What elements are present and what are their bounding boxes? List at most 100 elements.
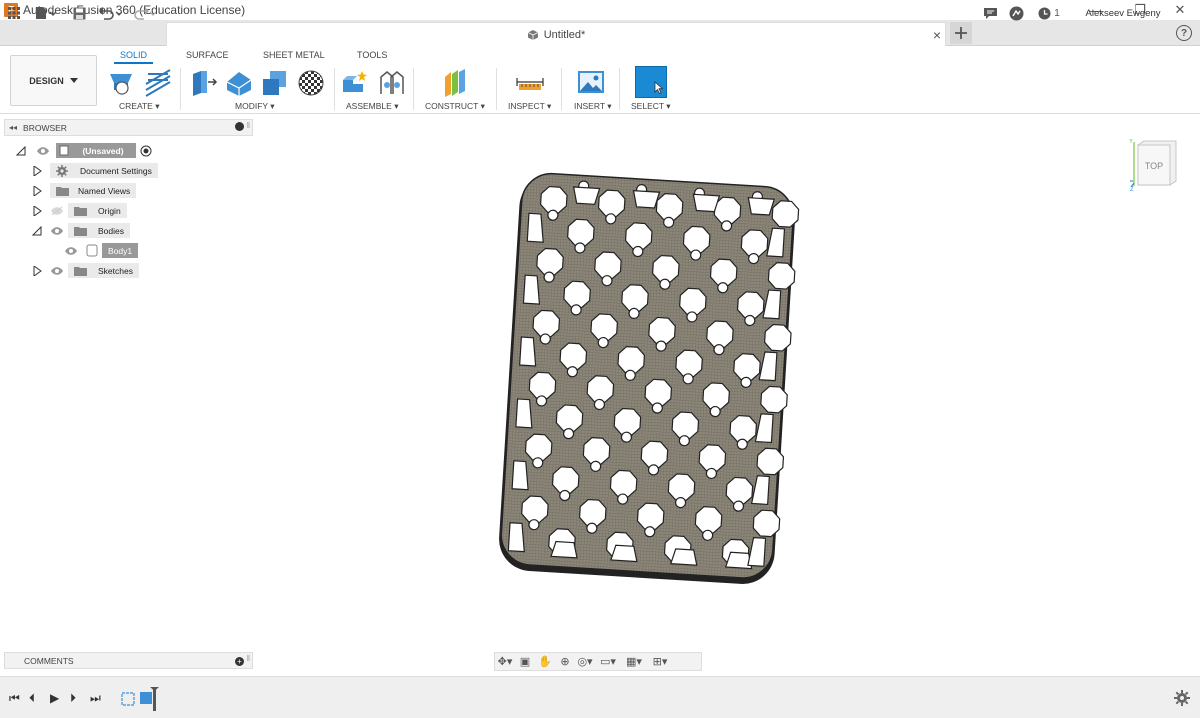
joint-icon[interactable]: [377, 68, 407, 98]
browser-panel-header[interactable]: ◂◂ BROWSER ‖: [4, 119, 253, 136]
group-insert[interactable]: INSERT ▾: [574, 101, 612, 112]
fit-zoom-icon[interactable]: ◎▾: [575, 655, 595, 668]
data-panel-grid-icon[interactable]: [6, 3, 22, 23]
help-icon[interactable]: ?: [1176, 25, 1192, 41]
octagon-hole: [652, 254, 680, 283]
new-component-icon[interactable]: [340, 68, 370, 98]
close-tab-button[interactable]: ×: [933, 27, 941, 43]
document-tab[interactable]: Untitled* ×: [166, 22, 946, 46]
combine-icon[interactable]: [260, 68, 290, 98]
tab-surface[interactable]: SURFACE: [186, 50, 229, 60]
collapsed-triangle-icon[interactable]: [32, 205, 42, 216]
comments-panel-header[interactable]: COMMENTS + ‖: [4, 652, 253, 669]
round-hole: [628, 307, 640, 320]
look-at-icon[interactable]: ▣: [515, 655, 535, 668]
root-component-label[interactable]: (Unsaved): [56, 143, 136, 158]
notifications-chat-icon[interactable]: [980, 3, 1000, 23]
collapse-panel-icon[interactable]: ◂◂: [9, 123, 17, 132]
view-cube-face-label: TOP: [1145, 161, 1163, 171]
step-forward-icon[interactable]: ⏵: [70, 691, 76, 706]
group-assemble[interactable]: ASSEMBLE ▾: [346, 101, 398, 112]
named-views-chip[interactable]: Named Views: [50, 183, 137, 198]
select-arrow-icon[interactable]: [635, 66, 667, 98]
visibility-eye-icon[interactable]: [64, 246, 78, 256]
expanded-triangle-icon[interactable]: [32, 225, 42, 236]
measure-ruler-icon[interactable]: [515, 68, 545, 98]
step-back-icon[interactable]: ⏴: [29, 691, 35, 706]
panel-grip-icon[interactable]: ‖: [247, 654, 250, 663]
panel-grip-icon[interactable]: ‖: [247, 121, 250, 130]
octagon-hole: [597, 189, 626, 218]
tree-item-body1[interactable]: Body1: [64, 243, 139, 258]
expanded-triangle-icon[interactable]: [16, 145, 26, 156]
zoom-icon[interactable]: ⊕: [555, 655, 575, 668]
tree-root[interactable]: (Unsaved): [16, 143, 152, 158]
browser-pin-icon[interactable]: [235, 122, 244, 131]
visibility-eye-icon[interactable]: [36, 146, 50, 156]
orbit-icon[interactable]: ✥▾: [495, 655, 515, 668]
new-component-extrude-icon[interactable]: [107, 68, 137, 98]
hidden-eye-icon[interactable]: [50, 206, 64, 216]
sketches-chip[interactable]: Sketches: [68, 263, 139, 278]
timeline-settings-gear-icon[interactable]: [1174, 690, 1190, 706]
group-create[interactable]: CREATE ▾: [119, 101, 160, 112]
tab-tools[interactable]: TOOLS: [357, 50, 387, 60]
origin-chip[interactable]: Origin: [68, 203, 127, 218]
appearance-checker-icon[interactable]: [296, 68, 326, 98]
collapsed-triangle-icon[interactable]: [32, 165, 42, 176]
tree-item-document-settings[interactable]: Document Settings: [32, 163, 158, 178]
octagon-hole: [729, 414, 758, 443]
collapsed-triangle-icon[interactable]: [32, 265, 42, 276]
undo-icon[interactable]: [96, 3, 124, 23]
sketch-lines-icon[interactable]: [143, 68, 173, 98]
edge-trapezoid-hole: [747, 197, 776, 216]
view-cube[interactable]: Y Z TOP: [1128, 139, 1180, 191]
fillet-icon[interactable]: [224, 68, 254, 98]
tree-item-named-views[interactable]: Named Views: [32, 183, 137, 198]
timeline-features[interactable]: [120, 687, 164, 711]
octagon-hole: [540, 185, 568, 214]
online-status-icon[interactable]: [1006, 3, 1026, 23]
activate-radio-icon[interactable]: [140, 145, 152, 157]
job-status-button[interactable]: 1: [1036, 3, 1062, 23]
save-icon[interactable]: [70, 3, 88, 23]
redo-icon[interactable]: [130, 3, 158, 23]
visibility-eye-icon[interactable]: [50, 266, 64, 276]
user-account-menu[interactable]: Alekseev Ewgeny: [1078, 3, 1168, 23]
workspace-switcher[interactable]: DESIGN: [10, 55, 97, 106]
body1-label[interactable]: Body1: [102, 243, 139, 258]
tab-sheet-metal[interactable]: SHEET METAL: [263, 50, 325, 60]
go-to-start-icon[interactable]: ⏮: [9, 691, 20, 706]
go-to-end-icon[interactable]: ⏭: [90, 691, 101, 706]
group-construct[interactable]: CONSTRUCT ▾: [425, 101, 485, 112]
bodies-chip[interactable]: Bodies: [68, 223, 130, 238]
add-comment-icon[interactable]: +: [235, 657, 244, 666]
collapsed-triangle-icon[interactable]: [32, 185, 42, 196]
group-modify[interactable]: MODIFY ▾: [235, 101, 275, 112]
document-title: Untitled*: [543, 28, 586, 41]
octagon-hole: [655, 193, 684, 221]
document-settings-chip[interactable]: Document Settings: [50, 163, 158, 178]
display-settings-icon[interactable]: ▭▾: [595, 655, 621, 668]
model-plate-body[interactable]: [495, 170, 815, 590]
tab-solid[interactable]: SOLID: [113, 50, 154, 64]
group-inspect[interactable]: INSPECT ▾: [508, 101, 551, 112]
round-hole: [705, 467, 718, 480]
viewports-icon[interactable]: ⊞▾: [647, 655, 673, 668]
play-icon[interactable]: ▶: [50, 691, 59, 705]
octagon-hole: [617, 345, 646, 374]
offset-plane-icon[interactable]: [441, 68, 471, 98]
octagon-hole: [725, 476, 754, 505]
pan-hand-icon[interactable]: ✋: [535, 655, 555, 668]
press-pull-icon[interactable]: [189, 68, 219, 98]
tree-item-origin[interactable]: Origin: [32, 203, 127, 218]
tree-item-bodies[interactable]: Bodies: [32, 223, 130, 238]
visibility-eye-icon[interactable]: [50, 226, 64, 236]
tree-item-sketches[interactable]: Sketches: [32, 263, 139, 278]
grid-settings-icon[interactable]: ▦▾: [621, 655, 647, 668]
new-tab-plus-icon[interactable]: [950, 22, 972, 44]
group-select[interactable]: SELECT ▾: [631, 101, 671, 112]
edge-trapezoid-hole: [692, 193, 721, 213]
file-menu-icon[interactable]: [32, 3, 58, 23]
insert-image-icon[interactable]: [576, 68, 606, 98]
